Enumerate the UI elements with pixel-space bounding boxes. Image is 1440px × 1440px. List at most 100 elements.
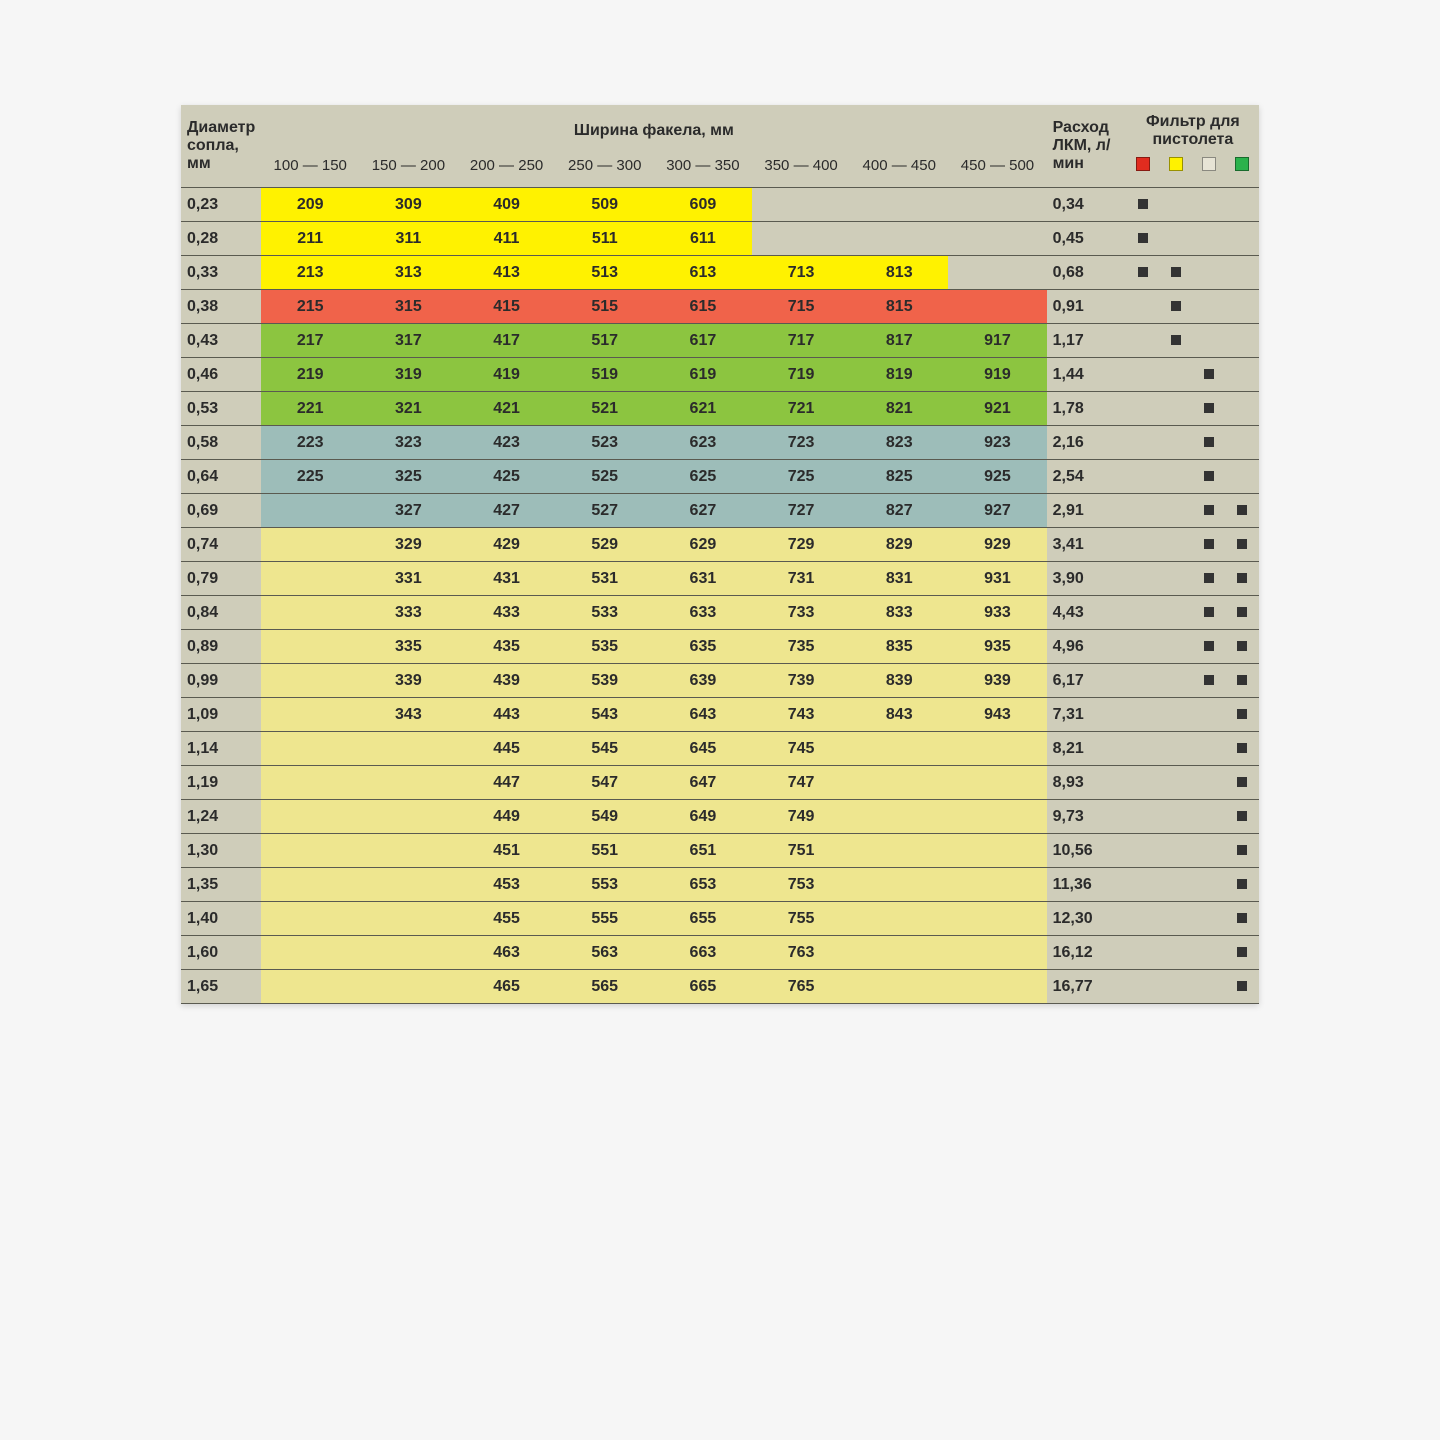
cell-flow: 9,73 [1047,800,1127,834]
table-row: 0,532213214215216217218219211,78 [181,392,1259,426]
cell-nozzle-code: 409 [457,188,555,222]
cell-filter-marker [1160,188,1193,222]
cell-flow: 0,68 [1047,256,1127,290]
cell-nozzle-code: 315 [359,290,457,324]
cell-diameter: 1,60 [181,936,261,970]
table-row: 0,582233234235236237238239232,16 [181,426,1259,460]
cell-nozzle-code [261,800,359,834]
header-range: 350 — 400 [752,157,850,188]
cell-filter-marker [1127,732,1160,766]
table-row: 1,194475476477478,93 [181,766,1259,800]
header-range: 200 — 250 [457,157,555,188]
cell-diameter: 0,28 [181,222,261,256]
cell-filter-marker [1193,698,1226,732]
cell-nozzle-code: 449 [457,800,555,834]
cell-nozzle-code [359,800,457,834]
table-row: 0,993394395396397398399396,17 [181,664,1259,698]
cell-filter-marker [1226,358,1259,392]
cell-nozzle-code: 753 [752,868,850,902]
cell-nozzle-code: 333 [359,596,457,630]
cell-nozzle-code: 653 [654,868,752,902]
cell-filter-marker [1226,766,1259,800]
cell-nozzle-code: 925 [948,460,1046,494]
filter-legend-green [1226,157,1259,188]
filter-marker-icon [1171,267,1181,277]
cell-flow: 1,17 [1047,324,1127,358]
cell-nozzle-code: 465 [457,970,555,1004]
header-range: 100 — 150 [261,157,359,188]
filter-marker-icon [1237,845,1247,855]
cell-nozzle-code: 813 [850,256,948,290]
cell-filter-marker [1226,630,1259,664]
cell-nozzle-code [948,222,1046,256]
table-row: 0,332133134135136137138130,68 [181,256,1259,290]
cell-filter-marker [1127,222,1160,256]
filter-marker-icon [1237,641,1247,651]
cell-filter-marker [1127,630,1160,664]
cell-nozzle-code: 539 [556,664,654,698]
cell-filter-marker [1127,426,1160,460]
cell-nozzle-code: 463 [457,936,555,970]
cell-nozzle-code: 739 [752,664,850,698]
filter-marker-icon [1204,403,1214,413]
cell-flow: 3,41 [1047,528,1127,562]
cell-nozzle-code: 519 [556,358,654,392]
filter-marker-icon [1204,641,1214,651]
cell-nozzle-code: 715 [752,290,850,324]
cell-nozzle-code: 629 [654,528,752,562]
cell-diameter: 0,74 [181,528,261,562]
cell-filter-marker [1226,562,1259,596]
cell-filter-marker [1127,902,1160,936]
cell-flow: 8,21 [1047,732,1127,766]
cell-nozzle-code [948,732,1046,766]
cell-diameter: 1,65 [181,970,261,1004]
cell-filter-marker [1226,936,1259,970]
filter-legend-yellow [1160,157,1193,188]
cell-nozzle-code: 647 [654,766,752,800]
table-row: 0,793314315316317318319313,90 [181,562,1259,596]
filter-marker-icon [1237,675,1247,685]
table-row: 0,893354355356357358359354,96 [181,630,1259,664]
cell-nozzle-code: 513 [556,256,654,290]
cell-filter-marker [1193,290,1226,324]
cell-nozzle-code: 319 [359,358,457,392]
filter-marker-icon [1237,879,1247,889]
cell-filter-marker [1226,800,1259,834]
header-filter: Фильтр для пистолета [1127,105,1259,157]
cell-nozzle-code [261,936,359,970]
cell-filter-marker [1160,766,1193,800]
cell-filter-marker [1226,902,1259,936]
cell-filter-marker [1226,834,1259,868]
cell-nozzle-code: 943 [948,698,1046,732]
cell-nozzle-code: 815 [850,290,948,324]
cell-filter-marker [1160,358,1193,392]
cell-filter-marker [1226,460,1259,494]
cell-nozzle-code [359,766,457,800]
cell-flow: 4,96 [1047,630,1127,664]
cell-diameter: 0,23 [181,188,261,222]
cell-nozzle-code [850,936,948,970]
filter-marker-icon [1237,505,1247,515]
cell-filter-marker [1160,256,1193,290]
cell-nozzle-code: 617 [654,324,752,358]
cell-filter-marker [1127,664,1160,698]
header-range: 150 — 200 [359,157,457,188]
cell-nozzle-code [359,936,457,970]
cell-nozzle-code: 451 [457,834,555,868]
filter-marker-icon [1237,913,1247,923]
filter-marker-icon [1237,573,1247,583]
cell-filter-marker [1127,494,1160,528]
cell-nozzle-code: 309 [359,188,457,222]
cell-nozzle-code: 819 [850,358,948,392]
cell-nozzle-code: 447 [457,766,555,800]
filter-marker-icon [1237,709,1247,719]
cell-nozzle-code: 213 [261,256,359,290]
filter-marker-icon [1237,981,1247,991]
cell-filter-marker [1160,596,1193,630]
cell-nozzle-code: 725 [752,460,850,494]
cell-nozzle-code [948,188,1046,222]
table-row: 1,6046356366376316,12 [181,936,1259,970]
cell-flow: 0,45 [1047,222,1127,256]
table-row: 0,743294295296297298299293,41 [181,528,1259,562]
filter-marker-icon [1204,539,1214,549]
